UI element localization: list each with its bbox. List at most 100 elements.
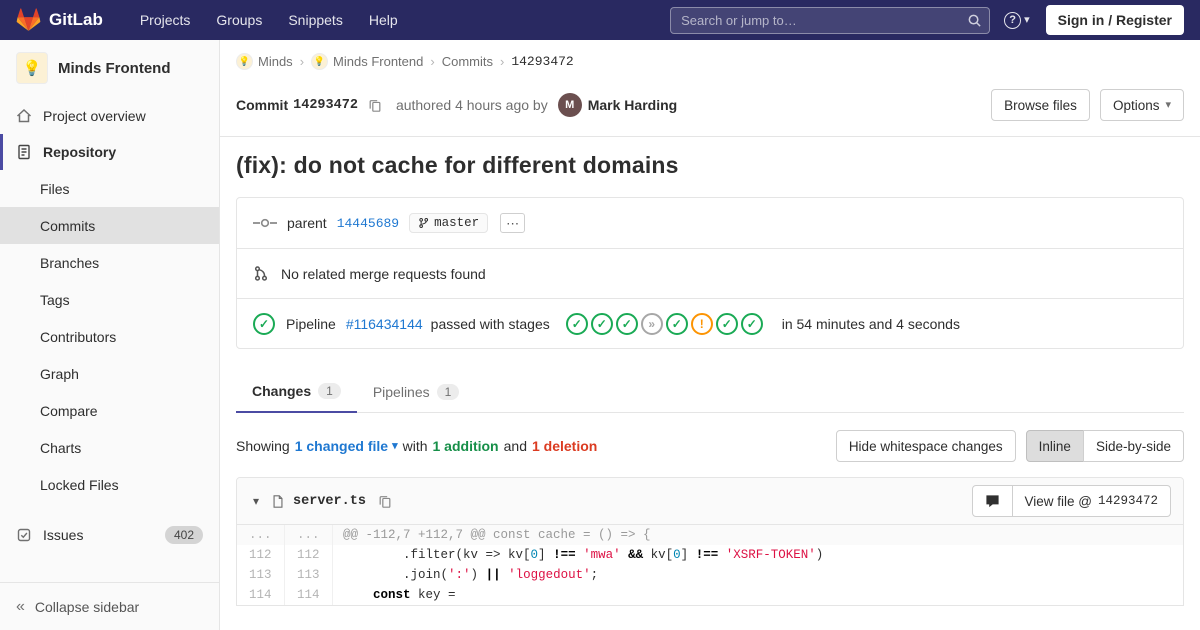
pipeline-status-icon[interactable]: ✓ <box>253 312 275 335</box>
diff-line: 114 114 const key = <box>237 585 1183 605</box>
gitlab-tanuki-icon <box>16 8 41 32</box>
breadcrumb-minds[interactable]: 💡 Minds <box>236 53 293 70</box>
showing-label: Showing <box>236 438 290 454</box>
options-dropdown-button[interactable]: Options ▾ <box>1099 89 1184 121</box>
pipeline-stage-success-icon[interactable]: ✓ <box>665 312 688 335</box>
gitlab-home-link[interactable]: GitLab <box>16 8 103 32</box>
copy-file-path-button[interactable] <box>376 492 394 511</box>
pipeline-stage-success-icon[interactable]: ✓ <box>590 312 613 335</box>
view-file-button[interactable]: View file @ 14293472 <box>1011 485 1171 517</box>
nav-help[interactable]: Help <box>356 0 411 40</box>
parent-row: parent 14445689 master ⋯ <box>237 198 1183 248</box>
sidebar-item-repository[interactable]: Repository <box>0 134 219 170</box>
nav-snippets[interactable]: Snippets <box>275 0 355 40</box>
new-line-number[interactable]: 112 <box>285 545 333 565</box>
issues-count-badge: 402 <box>164 526 203 544</box>
branch-ref-pill[interactable]: master <box>409 213 489 233</box>
parent-label: parent <box>287 215 327 231</box>
collapse-diff-caret[interactable]: ▾ <box>249 494 263 508</box>
sidebar-item-issues[interactable]: Issues 402 <box>0 517 219 553</box>
nav-groups[interactable]: Groups <box>203 0 275 40</box>
new-line-number[interactable]: ... <box>285 525 333 545</box>
main-content: 💡 Minds › 💡 Minds Frontend › Commits › 1… <box>220 0 1200 606</box>
breadcrumb-commits[interactable]: Commits <box>442 54 493 69</box>
old-line-number[interactable]: ... <box>237 525 285 545</box>
pipeline-stage-success-icon[interactable]: ✓ <box>615 312 638 335</box>
new-line-number[interactable]: 113 <box>285 565 333 585</box>
related-mr-row: No related merge requests found <box>237 248 1183 298</box>
commit-icon <box>253 216 277 230</box>
sidebar-item-locked-files[interactable]: Locked Files <box>0 466 219 503</box>
project-avatar-small: 💡 <box>311 53 329 70</box>
signin-button[interactable]: Sign in / Register <box>1045 5 1184 35</box>
nav-projects[interactable]: Projects <box>127 0 204 40</box>
file-diff-header: ▾ server.ts View file @ 14293472 <box>237 478 1183 525</box>
expand-refs-button[interactable]: ⋯ <box>500 213 526 233</box>
old-line-number[interactable]: 113 <box>237 565 285 585</box>
new-line-number[interactable]: 114 <box>285 585 333 605</box>
view-file-label: View file @ <box>1024 493 1092 509</box>
pipeline-stage-warning-icon[interactable]: ! <box>690 312 713 335</box>
changed-files-label: 1 changed file <box>294 438 389 454</box>
author-avatar[interactable]: M <box>557 93 582 117</box>
help-dropdown[interactable]: ? ▾ <box>1004 11 1030 29</box>
sidebar-item-contributors[interactable]: Contributors <box>0 318 219 355</box>
pipeline-stage-success-icon[interactable]: ✓ <box>740 312 763 335</box>
pipeline-stage-success-icon[interactable]: ✓ <box>565 312 588 335</box>
browse-files-button[interactable]: Browse files <box>991 89 1090 121</box>
pipeline-stage-skipped-icon[interactable]: » <box>640 312 663 335</box>
tab-changes[interactable]: Changes 1 <box>236 371 357 413</box>
chevron-down-icon: ▾ <box>1024 13 1030 26</box>
sidebar-item-commits[interactable]: Commits <box>0 207 219 244</box>
view-file-sha: 14293472 <box>1097 494 1158 508</box>
primary-nav: Projects Groups Snippets Help <box>127 0 411 40</box>
file-diff-container: ▾ server.ts View file @ 14293472 ... ...… <box>236 477 1184 606</box>
sidebar-item-charts[interactable]: Charts <box>0 429 219 466</box>
pipeline-status-text: passed with stages <box>430 315 550 332</box>
parent-sha-link[interactable]: 14445689 <box>337 216 399 231</box>
with-label: with <box>402 438 428 454</box>
hide-whitespace-button[interactable]: Hide whitespace changes <box>835 430 1016 462</box>
breadcrumb-label: Minds <box>258 54 293 69</box>
project-header[interactable]: 💡 Minds Frontend <box>0 40 219 98</box>
diff-line-code: @@ -112,7 +112,7 @@ const cache = () => … <box>343 528 651 542</box>
comment-on-file-button[interactable] <box>971 485 1013 517</box>
old-line-number[interactable]: 112 <box>237 545 285 565</box>
diff-stats-bar: Showing 1 changed file ▾ with 1 addition… <box>236 430 1184 462</box>
additions-count: 1 addition <box>432 438 499 454</box>
copy-sha-button[interactable] <box>366 96 384 115</box>
tab-pipelines[interactable]: Pipelines 1 <box>357 371 476 412</box>
changed-files-dropdown[interactable]: 1 changed file ▾ <box>295 438 398 454</box>
diff-view-actions: Hide whitespace changes Inline Side-by-s… <box>835 430 1184 462</box>
sidebar-item-label: Contributors <box>40 328 117 345</box>
search-icon[interactable] <box>967 13 982 31</box>
old-line-number[interactable]: 114 <box>237 585 285 605</box>
sidebar-item-graph[interactable]: Graph <box>0 355 219 392</box>
commit-tabs: Changes 1 Pipelines 1 <box>236 371 1184 413</box>
sidebar-item-project-overview[interactable]: Project overview <box>0 98 219 134</box>
author-name-link[interactable]: Mark Harding <box>588 97 677 113</box>
inline-view-button[interactable]: Inline <box>1025 430 1084 462</box>
breadcrumb-current-sha: 14293472 <box>511 54 574 69</box>
sidebar-item-label: Compare <box>40 402 98 419</box>
pipeline-stage-success-icon[interactable]: ✓ <box>715 312 738 335</box>
project-avatar: 💡 <box>16 52 48 84</box>
search-input[interactable] <box>670 6 991 34</box>
breadcrumb-minds-frontend[interactable]: 💡 Minds Frontend <box>311 53 423 70</box>
sidebar-item-tags[interactable]: Tags <box>0 281 219 318</box>
commit-info-box: parent 14445689 master ⋯ No related merg… <box>236 197 1184 349</box>
brand-name: GitLab <box>49 10 103 29</box>
sidebar-item-files[interactable]: Files <box>0 170 219 207</box>
sidebar-item-branches[interactable]: Branches <box>0 244 219 281</box>
side-by-side-view-button[interactable]: Side-by-side <box>1082 430 1184 462</box>
diff-line: 112 112 .filter(kv => kv[0] !== 'mwa' && … <box>237 545 1183 565</box>
branch-icon <box>418 217 429 229</box>
breadcrumb: 💡 Minds › 💡 Minds Frontend › Commits › 1… <box>220 40 1200 83</box>
and-label: and <box>503 438 527 454</box>
collapse-sidebar-button[interactable]: « Collapse sidebar <box>0 582 219 630</box>
commit-sha: 14293472 <box>293 97 358 113</box>
pipeline-label: Pipeline <box>286 315 336 332</box>
pipeline-id-link[interactable]: #116434144 <box>346 316 423 332</box>
home-icon <box>16 108 32 124</box>
sidebar-item-compare[interactable]: Compare <box>0 392 219 429</box>
